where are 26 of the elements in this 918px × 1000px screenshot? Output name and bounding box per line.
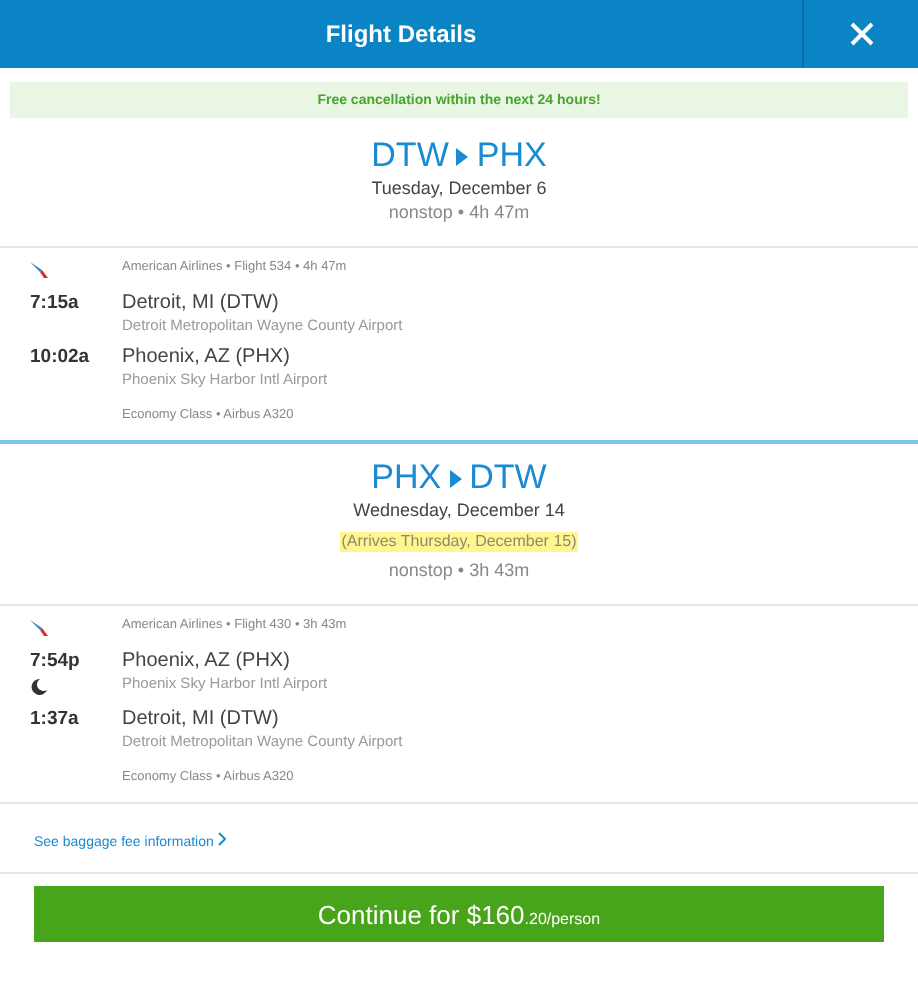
city-name: Phoenix, AZ (PHX) [122,650,292,672]
departure-date: Wednesday, December 14 [351,500,567,520]
city-name: Phoenix, AZ (PHX) [122,346,292,368]
origin-code: PHX [371,458,442,498]
stop-time: 1:37a [30,708,79,730]
arrow-icon [449,469,462,487]
destination-code: PHX [476,136,547,176]
moon-icon [30,678,48,696]
arrow-icon [456,147,469,165]
stop-time: 7:15a [30,292,79,314]
city-name: Detroit, MI (DTW) [122,708,281,730]
flight-summary: nonstop • 4h 47m [386,202,532,222]
window-title: Flight Details [323,20,479,48]
flight-summary: nonstop • 3h 43m [386,560,532,580]
stop-time: 10:02a [30,346,90,368]
origin-code: DTW [371,136,449,176]
destination-code: DTW [469,458,547,498]
airline-logo-icon [30,618,50,638]
continue-button[interactable]: Continue for $160.20/person [34,886,884,942]
airline-logo-icon [30,260,50,280]
close-icon [849,22,873,46]
chevron-icon [217,836,226,850]
city-name: Detroit, MI (DTW) [122,292,281,314]
departure-date: Tuesday, December 6 [369,178,549,198]
arrival-note: (Arrives Thursday, December 15) [339,532,579,552]
stop-time: 7:54p [30,650,80,672]
